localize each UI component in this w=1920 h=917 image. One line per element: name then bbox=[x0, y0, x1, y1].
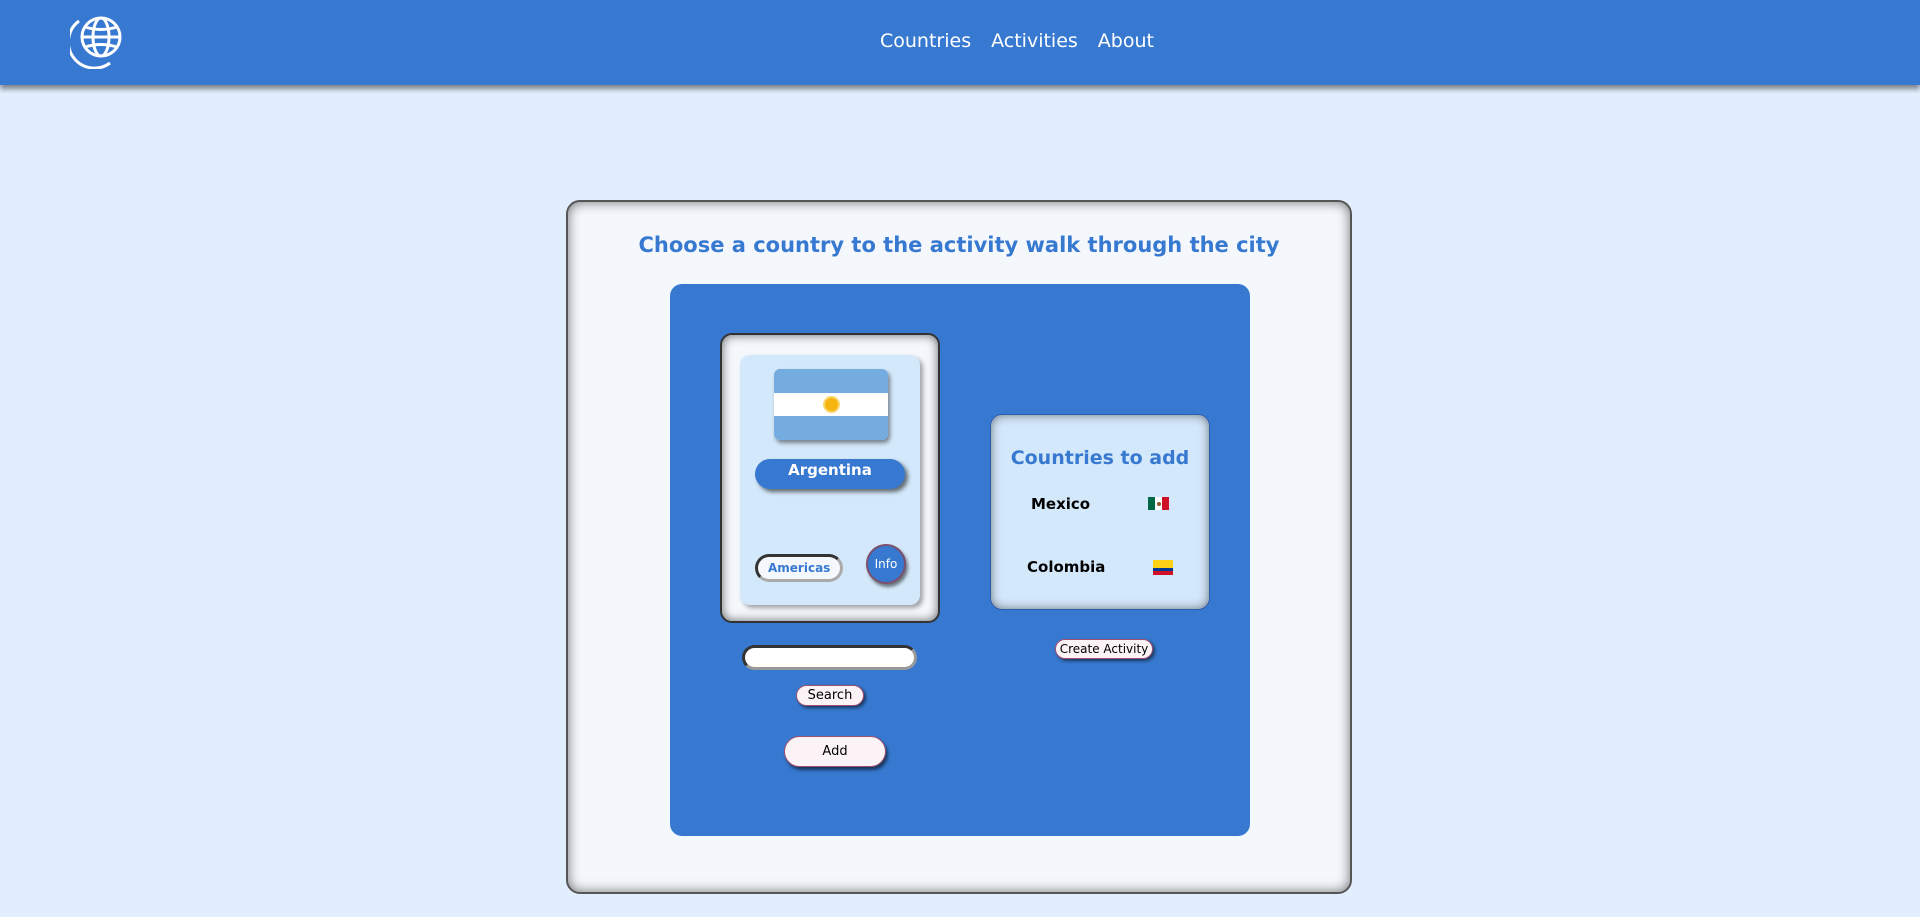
nav-link-activities[interactable]: Activities bbox=[991, 30, 1078, 52]
continent-badge: Americas bbox=[755, 554, 843, 582]
add-button[interactable]: Add bbox=[784, 736, 886, 767]
page-title: Choose a country to the activity walk th… bbox=[638, 233, 1280, 257]
nav-links: Countries Activities About bbox=[880, 30, 1154, 52]
countries-to-add-title: Countries to add bbox=[1010, 447, 1190, 469]
info-button[interactable]: Info bbox=[866, 544, 906, 584]
country-name: Argentina bbox=[755, 459, 905, 489]
list-item-name: Colombia bbox=[1027, 558, 1106, 576]
nav-link-about[interactable]: About bbox=[1098, 30, 1154, 52]
argentina-flag-icon bbox=[774, 369, 888, 440]
countries-to-add-box bbox=[990, 414, 1210, 610]
globe-icon[interactable] bbox=[70, 11, 128, 69]
create-activity-button[interactable]: Create Activity bbox=[1055, 639, 1153, 659]
mexico-flag-icon bbox=[1148, 497, 1169, 510]
search-input[interactable] bbox=[742, 645, 917, 670]
search-button[interactable]: Search bbox=[796, 685, 864, 706]
sun-of-may-icon bbox=[824, 397, 838, 411]
top-navbar: Countries Activities About bbox=[0, 0, 1920, 85]
colombia-flag-icon bbox=[1153, 560, 1173, 575]
list-item-name: Mexico bbox=[1031, 495, 1091, 513]
nav-link-countries[interactable]: Countries bbox=[880, 30, 971, 52]
